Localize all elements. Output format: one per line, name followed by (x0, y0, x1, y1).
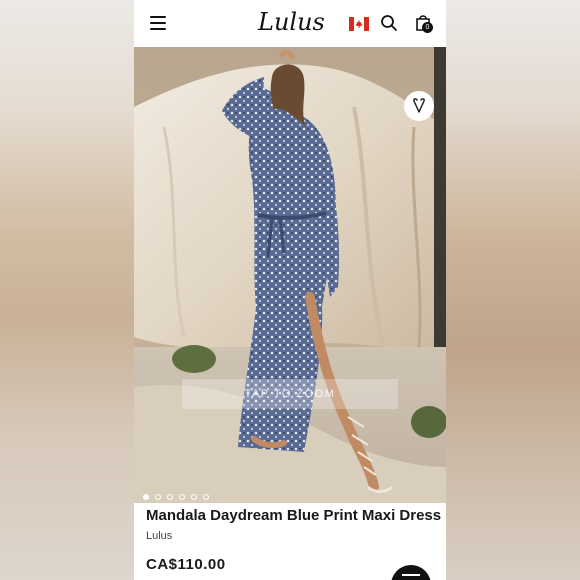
product-title: Mandala Daydream Blue Print Maxi Dress (146, 507, 442, 524)
search-icon[interactable] (380, 14, 398, 32)
carousel-dot[interactable] (191, 494, 197, 500)
wishlist-heart-icon[interactable] (404, 91, 434, 121)
canada-flag-icon[interactable] (349, 17, 369, 31)
product-price: CA$110.00 (146, 556, 226, 573)
chat-button[interactable] (391, 565, 431, 580)
carousel-dot[interactable] (143, 494, 149, 500)
hamburger-menu-icon[interactable] (150, 16, 166, 30)
image-carousel-dots (143, 487, 215, 500)
carousel-dot[interactable] (179, 494, 185, 500)
product-brand[interactable]: Lulus (146, 530, 172, 542)
carousel-dot[interactable] (167, 494, 173, 500)
model-photo (134, 47, 446, 503)
lulus-logo[interactable]: Lulus (258, 6, 325, 38)
carousel-dot[interactable] (203, 494, 209, 500)
background-blur-left (0, 0, 134, 580)
product-image[interactable]: TAP TO ZOOM (134, 47, 446, 503)
carousel-dot[interactable] (155, 494, 161, 500)
site-header: Lulus 0 (134, 0, 446, 47)
mobile-product-page: Lulus 0 TAP TO ZOOM Mandala Daydream Blu… (134, 0, 446, 580)
background-blur-right (446, 0, 580, 580)
cart-count-badge: 0 (422, 22, 433, 33)
tap-to-zoom-overlay[interactable]: TAP TO ZOOM (182, 379, 398, 409)
